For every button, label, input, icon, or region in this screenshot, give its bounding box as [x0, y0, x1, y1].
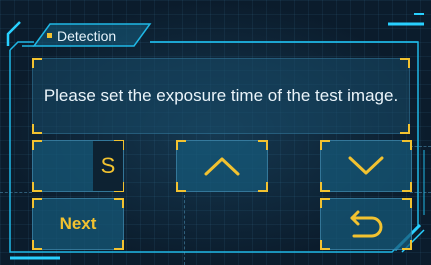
guide-line: [0, 192, 32, 193]
next-button-label: Next: [59, 214, 97, 233]
increase-button[interactable]: [176, 140, 268, 192]
decrease-button[interactable]: [320, 140, 412, 192]
message-panel: Please set the exposure time of the test…: [32, 58, 410, 134]
guide-line: [184, 195, 185, 265]
chevron-down-icon: [348, 156, 384, 175]
guide-line: [410, 192, 431, 193]
instruction-text: Please set the exposure time of the test…: [43, 86, 399, 105]
device-screen: Detection Please set the exposure time o…: [0, 0, 431, 265]
guide-line: [410, 146, 431, 147]
back-button[interactable]: [320, 198, 412, 250]
next-button[interactable]: Next: [32, 198, 124, 250]
chevron-up-icon: [204, 157, 240, 176]
exposure-unit-label: S: [93, 141, 123, 191]
tab-detection[interactable]: Detection: [57, 27, 116, 45]
return-arrow-icon: [350, 210, 383, 238]
exposure-time-field[interactable]: S: [32, 140, 124, 192]
tab-indicator-dot: [47, 33, 52, 38]
